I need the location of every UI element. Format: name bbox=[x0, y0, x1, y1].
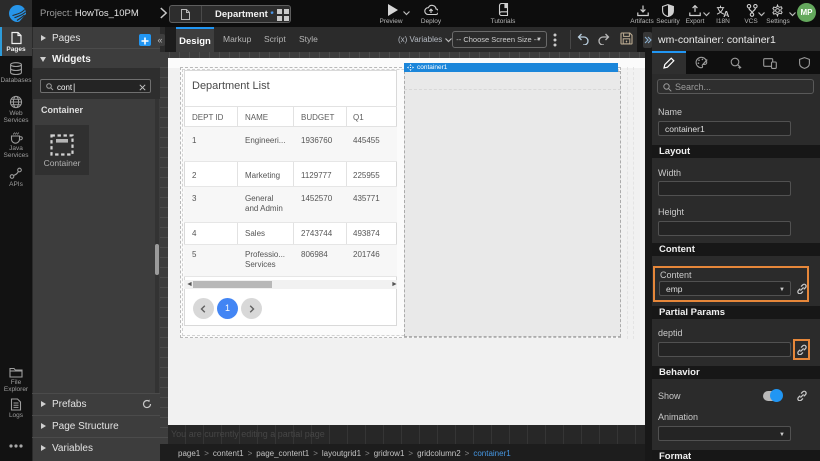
svg-text:A: A bbox=[723, 9, 729, 18]
